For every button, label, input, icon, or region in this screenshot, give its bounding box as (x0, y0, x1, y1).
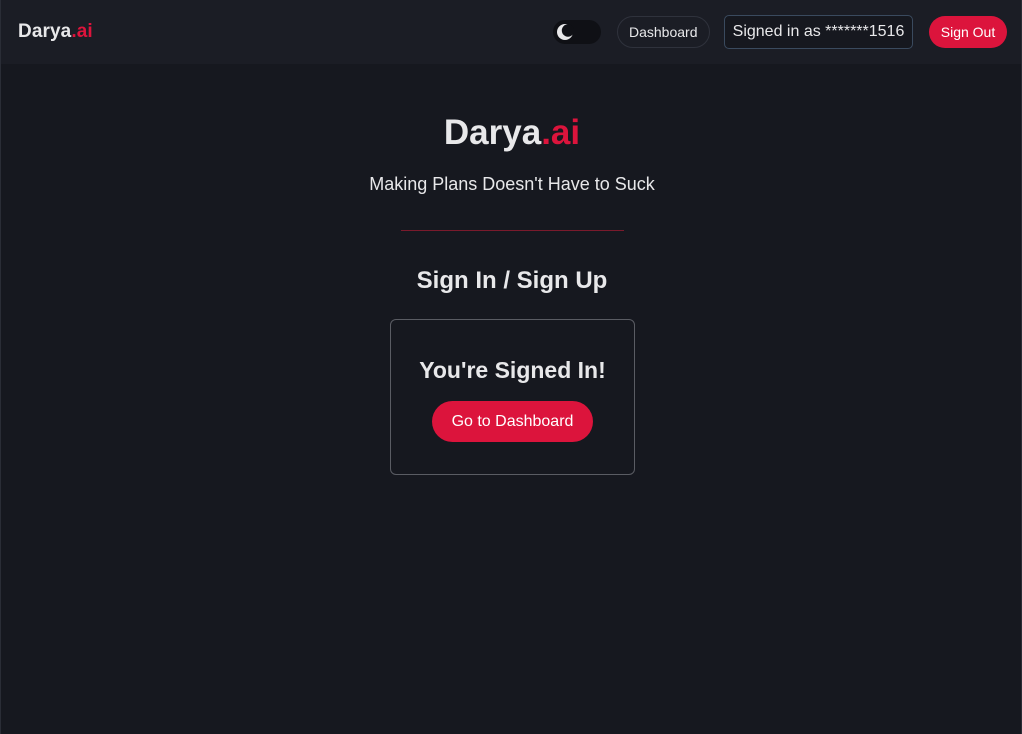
go-to-dashboard-button[interactable]: Go to Dashboard (432, 401, 593, 442)
dashboard-nav-button[interactable]: Dashboard (617, 16, 710, 48)
signed-in-indicator: Signed in as *******1516 (724, 15, 913, 49)
divider (401, 230, 624, 231)
brand-name: Darya (18, 21, 72, 42)
signed-in-card-title: You're Signed In! (419, 357, 606, 383)
navbar: Darya.ai Dashboard Signed in as *******1… (1, 0, 1021, 64)
auth-section-title: Sign In / Sign Up (416, 267, 608, 294)
theme-toggle[interactable] (553, 20, 601, 44)
page: Darya.ai Dashboard Signed in as *******1… (0, 0, 1022, 734)
hero-title-main: Darya (443, 113, 542, 152)
hero-title: Darya.ai (1, 113, 1022, 153)
hero-title-accent: .ai (541, 113, 581, 152)
signed-in-card: You're Signed In! Go to Dashboard (390, 319, 635, 475)
sign-out-button[interactable]: Sign Out (929, 16, 1007, 48)
brand-accent: .ai (71, 21, 93, 42)
tagline: Making Plans Doesn't Have to Suck (369, 174, 655, 194)
brand-logo[interactable]: Darya.ai (18, 21, 93, 43)
moon-icon (554, 21, 576, 43)
